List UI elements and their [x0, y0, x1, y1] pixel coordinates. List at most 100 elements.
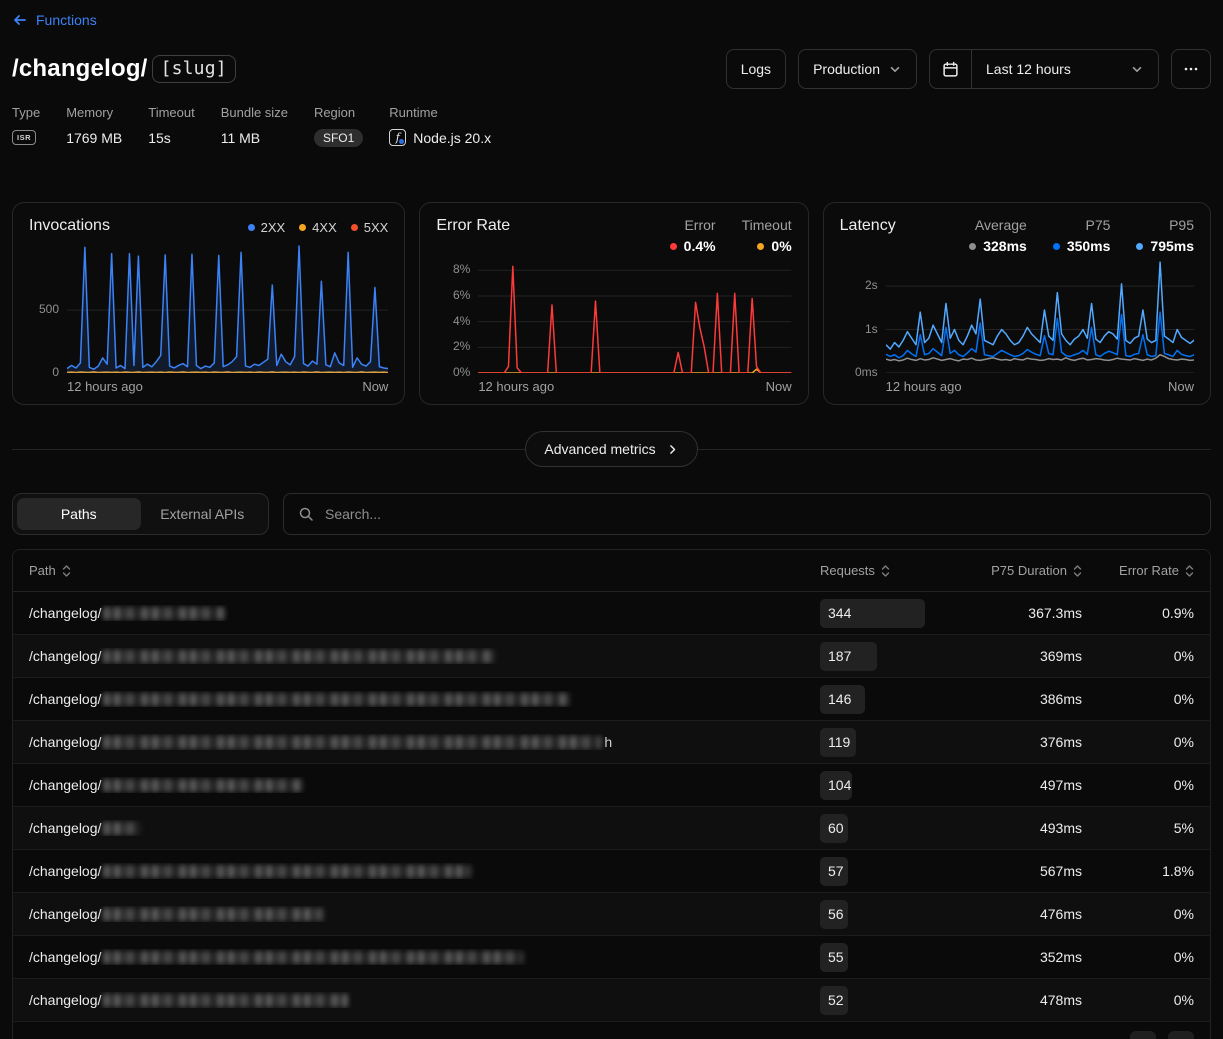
chart-legend: Error0.4%Timeout0%	[670, 217, 792, 254]
table-row[interactable]: /changelog/52478ms0%	[13, 979, 1210, 1022]
previous-page-button[interactable]	[1130, 1031, 1156, 1039]
card-header: Invocations2XX4XX5XX	[29, 217, 388, 235]
legend-dot	[1053, 243, 1060, 250]
nodejs-function-icon: f	[389, 129, 406, 146]
legend-value: 350ms	[1053, 238, 1111, 254]
redacted-path-segment	[103, 607, 225, 620]
error-rate-cell: 0%	[1082, 777, 1194, 793]
column-header-requests[interactable]: Requests	[820, 563, 932, 578]
duration-cell: 493ms	[932, 820, 1082, 836]
duration-cell: 369ms	[932, 648, 1082, 664]
function-detail-page: Functions /changelog/ [slug] Logs Produc…	[0, 0, 1223, 1039]
x-axis-end-label: Now	[1168, 379, 1194, 394]
column-header-path[interactable]: Path	[29, 563, 820, 578]
tab-paths[interactable]: Paths	[17, 498, 141, 530]
arrow-left-icon	[12, 12, 28, 28]
path-cell: /changelog/	[29, 820, 820, 836]
y-tick-label: 4%	[453, 314, 470, 328]
duration-cell: 367.3ms	[932, 605, 1082, 621]
requests-bar: 104	[820, 771, 852, 800]
x-axis-start-label: 12 hours ago	[67, 379, 143, 394]
meta-value: 11 MB	[221, 128, 288, 147]
y-tick-label: 1s	[865, 322, 878, 336]
legend-value-text: 795ms	[1150, 238, 1194, 254]
advanced-metrics-button[interactable]: Advanced metrics	[525, 431, 697, 467]
table-row[interactable]: /changelog/344367.3ms0.9%	[13, 592, 1210, 635]
paths-table: Path Requests P75 Duration Error Rate /c…	[12, 549, 1211, 1039]
card-header: LatencyAverage328msP75350msP95795ms	[840, 217, 1194, 254]
path-prefix: /changelog/	[29, 949, 101, 965]
chart-plot[interactable]	[67, 241, 388, 373]
y-tick-label: 6%	[453, 288, 470, 302]
back-link-label: Functions	[36, 12, 97, 28]
time-range-label: Last 12 hours	[986, 61, 1071, 77]
table-row[interactable]: /changelog/57567ms1.8%	[13, 850, 1210, 893]
chart-title: Error Rate	[436, 217, 510, 235]
y-tick-label: 0	[52, 365, 59, 379]
y-tick-label: 500	[39, 302, 59, 316]
sort-icon	[1185, 564, 1194, 578]
column-header-error-rate[interactable]: Error Rate	[1082, 563, 1194, 578]
search-input[interactable]	[325, 506, 1196, 522]
duration-cell: 476ms	[932, 906, 1082, 922]
search-box	[283, 493, 1211, 535]
table-body: /changelog/344367.3ms0.9%/changelog/1873…	[13, 592, 1210, 1022]
function-meta: TypeISRMemory1769 MBTimeout15sBundle siz…	[12, 105, 1211, 147]
path-prefix: /changelog/	[29, 605, 101, 621]
legend-value: 0.4%	[670, 238, 716, 254]
redacted-path-segment	[103, 779, 303, 792]
table-row[interactable]: /changelog/187369ms0%	[13, 635, 1210, 678]
table-row[interactable]: /changelog/56476ms0%	[13, 893, 1210, 936]
duration-cell: 376ms	[932, 734, 1082, 750]
more-options-button[interactable]	[1171, 49, 1211, 89]
requests-value: 146	[828, 691, 851, 707]
time-range-select[interactable]: Last 12 hours	[929, 49, 1159, 89]
logs-button[interactable]: Logs	[726, 49, 786, 89]
redacted-path-segment	[103, 908, 323, 921]
redacted-path-segment	[103, 951, 523, 964]
chart-card-latency: LatencyAverage328msP75350msP95795ms2s1s0…	[823, 202, 1211, 405]
tab-external-apis[interactable]: External APIs	[141, 498, 265, 530]
meta-text-value: 11 MB	[221, 130, 260, 146]
requests-bar: 146	[820, 685, 865, 714]
next-page-button[interactable]	[1168, 1031, 1194, 1039]
table-tabs: PathsExternal APIs	[12, 493, 269, 535]
meta-label: Region	[314, 105, 363, 120]
table-row[interactable]: /changelog/60493ms5%	[13, 807, 1210, 850]
redacted-path-segment	[103, 994, 348, 1007]
column-header-duration[interactable]: P75 Duration	[932, 563, 1082, 578]
calendar-icon	[930, 50, 972, 88]
requests-value: 119	[828, 734, 850, 750]
legend-dot	[248, 224, 255, 231]
legend-header: Timeout	[742, 217, 792, 233]
back-to-functions-link[interactable]: Functions	[12, 12, 97, 28]
meta-column: RegionSFO1	[314, 105, 363, 147]
path-cell: /changelog/	[29, 691, 820, 707]
requests-cell: 146	[820, 685, 932, 714]
table-row[interactable]: /changelog/55352ms0%	[13, 936, 1210, 979]
path-cell: /changelog/	[29, 648, 820, 664]
legend-header: P95	[1169, 217, 1194, 233]
duration-cell: 352ms	[932, 949, 1082, 965]
table-row[interactable]: /changelog/h119376ms0%	[13, 721, 1210, 764]
chart-plot[interactable]	[886, 260, 1194, 373]
redacted-path-segment	[103, 736, 601, 749]
chart-area: 2s1s0ms	[840, 260, 1194, 373]
environment-select[interactable]: Production	[798, 49, 917, 89]
legend-item: 2XX	[248, 220, 286, 235]
requests-bar: 119	[820, 728, 856, 757]
y-tick-label: 0%	[453, 365, 470, 379]
title-row: /changelog/ [slug] Logs Production Last …	[12, 49, 1211, 89]
table-row[interactable]: /changelog/104497ms0%	[13, 764, 1210, 807]
path-prefix: /changelog/	[29, 992, 101, 1008]
meta-value: ISR	[12, 128, 40, 147]
table-row[interactable]: /changelog/146386ms0%	[13, 678, 1210, 721]
requests-value: 52	[828, 992, 844, 1008]
meta-text-value: 15s	[148, 130, 171, 146]
path-prefix: /changelog/	[29, 734, 101, 750]
error-rate-cell: 0%	[1082, 734, 1194, 750]
chart-plot[interactable]	[478, 260, 791, 373]
requests-value: 60	[828, 820, 844, 836]
duration-cell: 567ms	[932, 863, 1082, 879]
requests-value: 56	[828, 906, 844, 922]
